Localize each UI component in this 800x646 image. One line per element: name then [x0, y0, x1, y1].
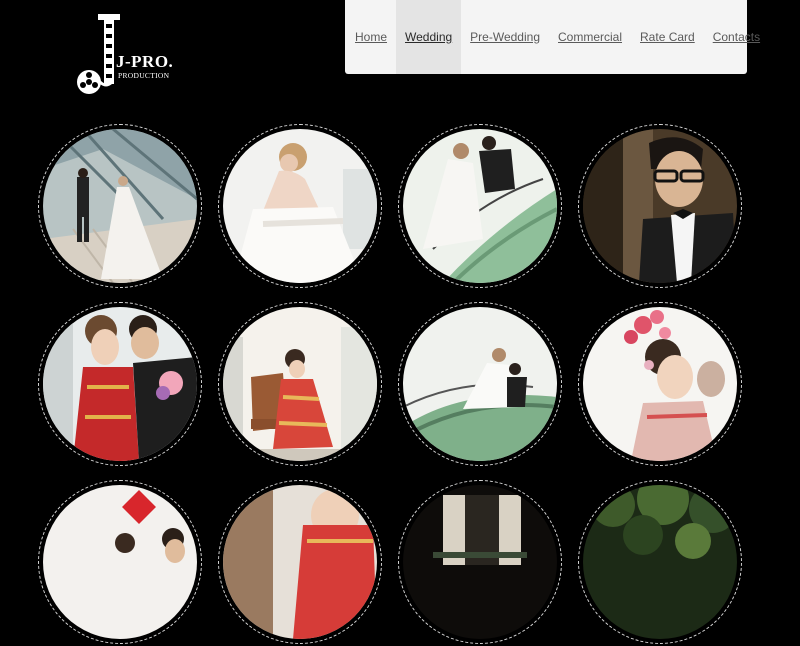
photo-dark-doorway [403, 485, 557, 639]
wedding-gallery [0, 0, 800, 646]
gallery-photo[interactable] [396, 300, 564, 468]
gallery-photo[interactable] [216, 478, 384, 646]
photo-bride-groom-stairs [43, 129, 197, 283]
photo-bride-white-gown [223, 129, 377, 283]
gallery-photo[interactable] [396, 122, 564, 290]
photo-couple-staircase-wide [403, 307, 557, 461]
photo-bride-qipao-closeup [223, 485, 377, 639]
gallery-photo[interactable] [36, 122, 204, 290]
photo-couple-red-decoration [43, 485, 197, 639]
photo-couple-glass-staircase [403, 129, 557, 283]
photo-green-foliage [583, 485, 737, 639]
gallery-photo[interactable] [576, 300, 744, 468]
photo-couple-red-qipao [43, 307, 197, 461]
photo-bride-floral-headpiece [583, 307, 737, 461]
gallery-photo[interactable] [36, 478, 204, 646]
gallery-photo[interactable] [396, 478, 564, 646]
gallery-photo[interactable] [576, 478, 744, 646]
gallery-photo[interactable] [216, 122, 384, 290]
gallery-photo[interactable] [36, 300, 204, 468]
gallery-photo[interactable] [576, 122, 744, 290]
gallery-photo[interactable] [216, 300, 384, 468]
photo-groom-tuxedo [583, 129, 737, 283]
photo-bride-qipao-chair [223, 307, 377, 461]
